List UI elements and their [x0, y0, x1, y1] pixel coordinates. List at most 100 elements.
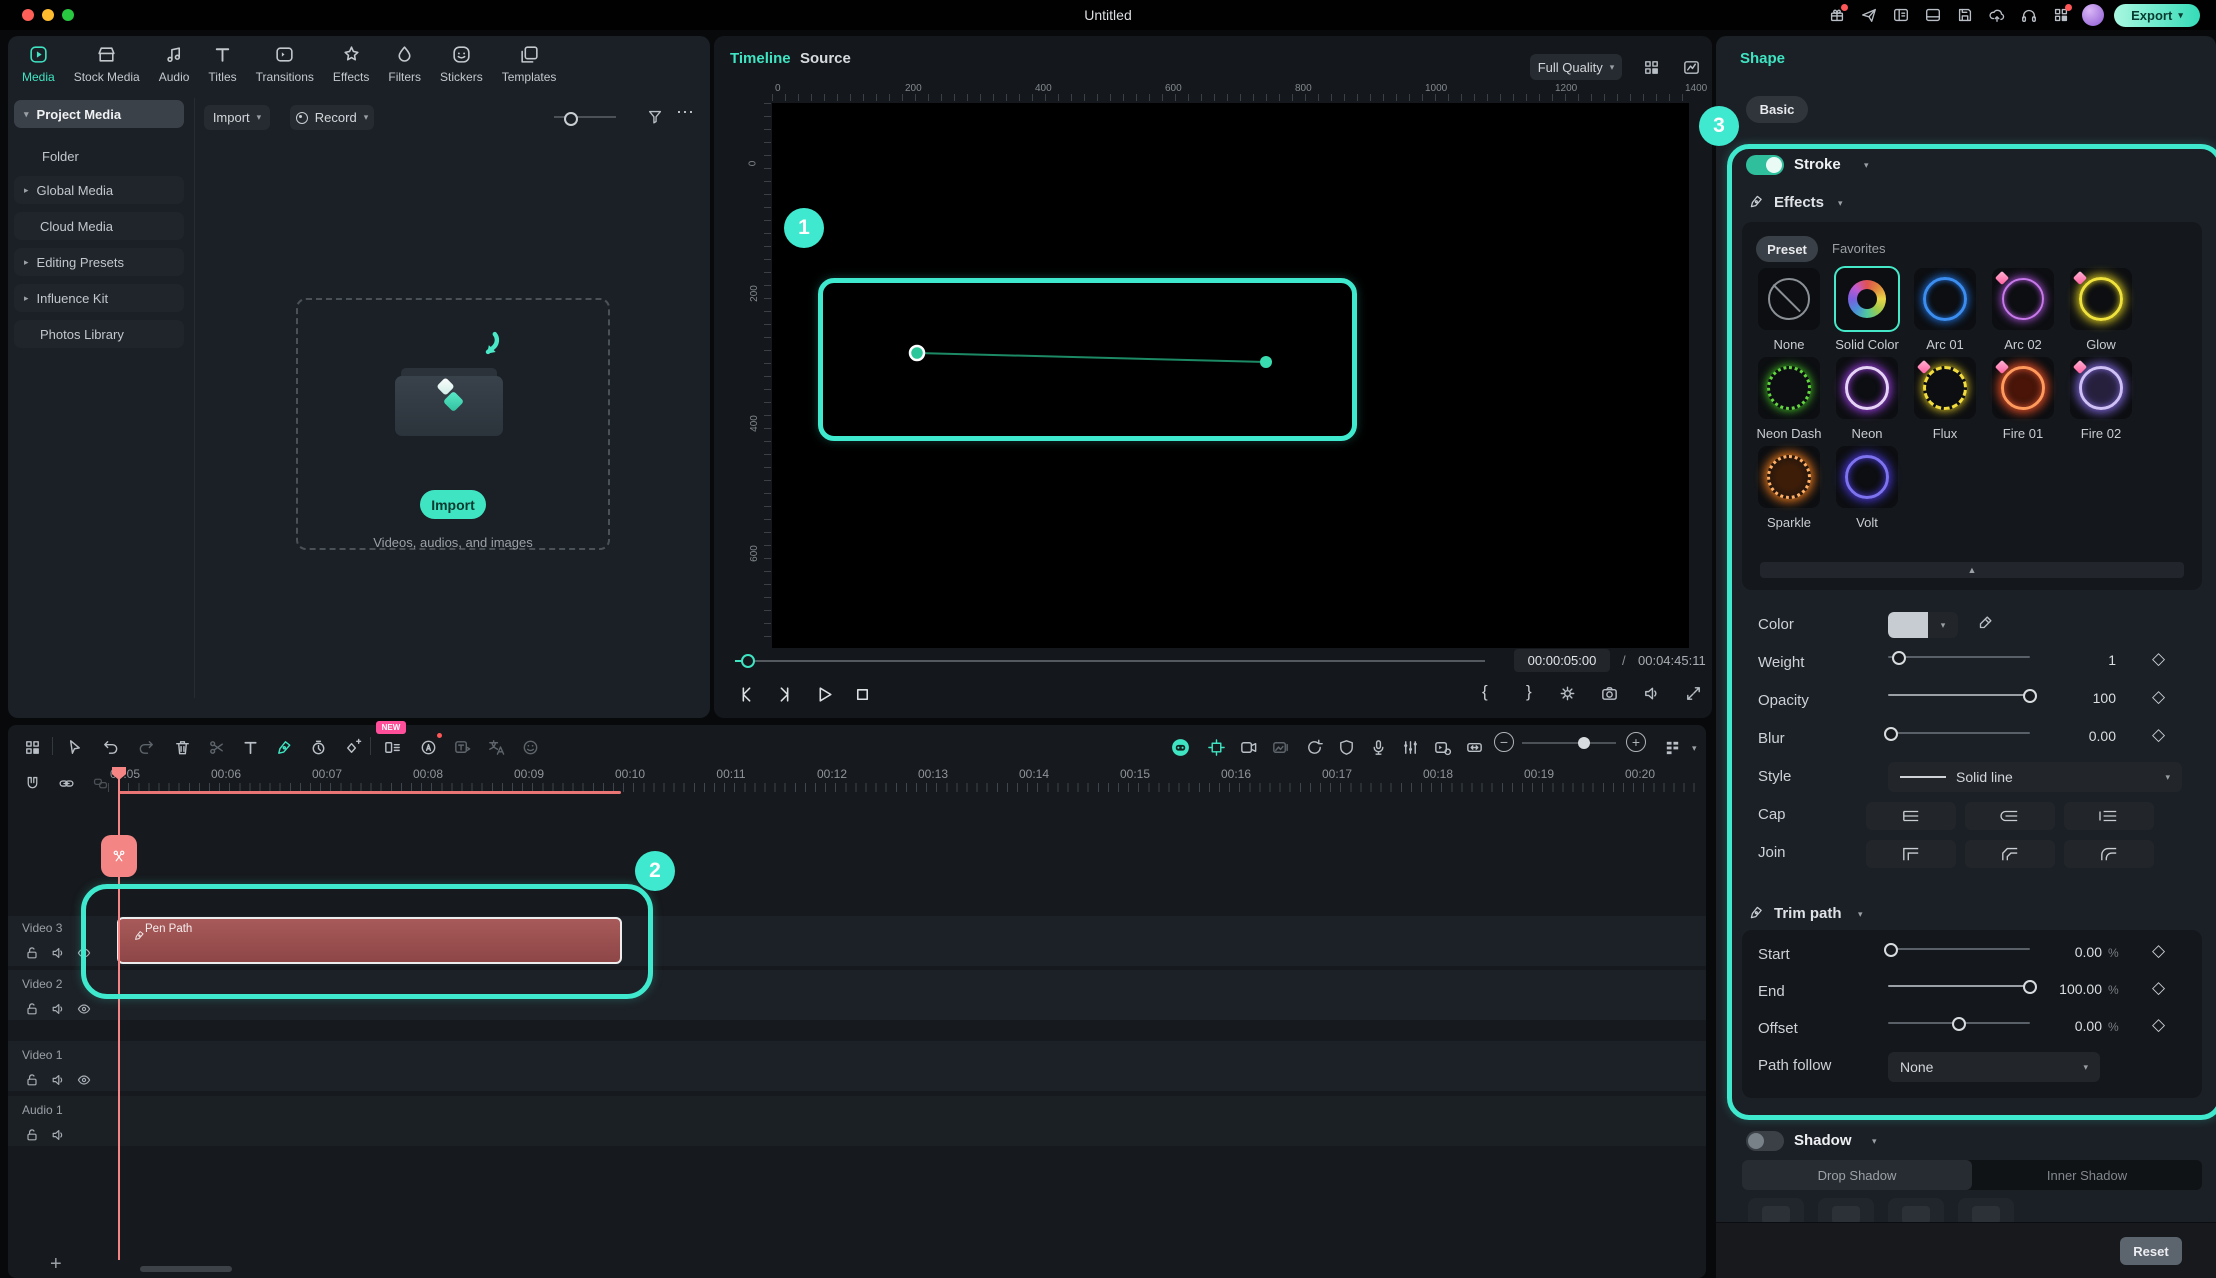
- timecode-current[interactable]: 00:00:05:00: [1514, 649, 1610, 672]
- shadow-collapse-caret[interactable]: ▾: [1872, 1136, 1877, 1147]
- mute-speaker-icon[interactable]: [46, 941, 70, 965]
- translate-icon[interactable]: [484, 735, 508, 759]
- style-dropdown[interactable]: Solid line▾: [1888, 762, 2182, 792]
- tab-filters[interactable]: Filters: [388, 44, 421, 84]
- zoom-out-button[interactable]: −: [1494, 732, 1514, 752]
- preset-arc-01[interactable]: Arc 01: [1906, 268, 1984, 352]
- preview-canvas[interactable]: [772, 103, 1689, 648]
- trim-offset-slider[interactable]: [1888, 1016, 2030, 1030]
- track-lane-video2[interactable]: [8, 970, 1706, 1020]
- path-follow-dropdown[interactable]: None▾: [1888, 1052, 2100, 1082]
- tab-inner-shadow[interactable]: Inner Shadow: [1972, 1160, 2202, 1190]
- zoom-in-button[interactable]: +: [1626, 732, 1646, 752]
- tab-audio[interactable]: Audio: [159, 44, 190, 84]
- preset-fire-02[interactable]: Fire 02: [2062, 357, 2140, 441]
- cloud-upload-icon[interactable]: [1988, 6, 2006, 24]
- trim-offset-value[interactable]: 0.00: [2042, 1018, 2102, 1034]
- eyedropper-icon[interactable]: [1976, 614, 1994, 632]
- blur-keyframe-diamond[interactable]: ◇: [2152, 725, 2165, 745]
- tab-effects[interactable]: Effects: [333, 44, 369, 84]
- tab-media[interactable]: Media: [22, 44, 55, 84]
- apps-grid-icon[interactable]: [2052, 6, 2070, 24]
- sidebar-item-influence-kit[interactable]: ▸Influence Kit: [14, 284, 184, 312]
- voiceover-mic-icon[interactable]: [1366, 735, 1390, 759]
- mute-speaker-icon[interactable]: [46, 1123, 70, 1147]
- sidebar-item-photos-library[interactable]: Photos Library: [14, 320, 184, 348]
- preview-quality-icon[interactable]: [1430, 735, 1454, 759]
- lock-icon[interactable]: [20, 997, 44, 1021]
- preset-volt[interactable]: Volt: [1828, 446, 1906, 530]
- tab-stock-media[interactable]: Stock Media: [74, 44, 140, 84]
- lock-icon[interactable]: [20, 1068, 44, 1092]
- delete-icon[interactable]: [170, 735, 194, 759]
- shadow-preset-thumb[interactable]: [1888, 1198, 1944, 1224]
- sidebar-item-cloud-media[interactable]: Cloud Media: [14, 212, 184, 240]
- next-frame-button[interactable]: [774, 684, 795, 705]
- project-board-icon[interactable]: [1892, 6, 1910, 24]
- hide-eye-icon[interactable]: [72, 1068, 96, 1092]
- preset-arc-02[interactable]: Arc 02: [1984, 268, 2062, 352]
- tab-templates[interactable]: Templates: [502, 44, 557, 84]
- preset-solid-color[interactable]: Solid Color: [1828, 268, 1906, 352]
- import-dropzone[interactable]: Import Videos, audios, and images: [296, 298, 610, 550]
- tab-transitions[interactable]: Transitions: [256, 44, 314, 84]
- tab-favorites[interactable]: Favorites: [1832, 241, 1885, 256]
- preset-neon[interactable]: Neon: [1828, 357, 1906, 441]
- trim-offset-keyframe-diamond[interactable]: ◇: [2152, 1015, 2165, 1035]
- render-preview-icon[interactable]: [1302, 735, 1326, 759]
- tab-preset[interactable]: Preset: [1756, 236, 1818, 262]
- playback-settings-icon[interactable]: [1558, 684, 1577, 703]
- more-options-button[interactable]: ⋯: [676, 102, 695, 123]
- tab-stickers[interactable]: Stickers: [440, 44, 483, 84]
- color-swatch[interactable]: [1888, 612, 1928, 638]
- export-frame-icon[interactable]: [1268, 735, 1292, 759]
- marker-crop-icon[interactable]: [1204, 735, 1228, 759]
- preset-glow[interactable]: Glow: [2062, 268, 2140, 352]
- text-tool-icon[interactable]: [238, 735, 262, 759]
- path-anchor-start[interactable]: [910, 346, 924, 360]
- layout-dock-icon[interactable]: [1924, 6, 1942, 24]
- toolbox-grid-icon[interactable]: [20, 735, 44, 759]
- sidebar-item-global-media[interactable]: ▸Global Media: [14, 176, 184, 204]
- ai-cutout-icon[interactable]: [416, 735, 440, 759]
- tab-drop-shadow[interactable]: Drop Shadow: [1742, 1160, 1972, 1190]
- weight-value[interactable]: 1: [2056, 652, 2116, 668]
- weight-slider[interactable]: [1888, 650, 2030, 664]
- split-scissors-icon[interactable]: [204, 735, 228, 759]
- trim-end-slider[interactable]: [1888, 979, 2030, 993]
- filter-funnel-icon[interactable]: [646, 108, 664, 126]
- track-lane-audio1[interactable]: [8, 1096, 1706, 1146]
- timeline-h-scrollbar[interactable]: [140, 1266, 232, 1272]
- weight-keyframe-diamond[interactable]: ◇: [2152, 649, 2165, 669]
- blur-slider[interactable]: [1888, 726, 2030, 740]
- scrubber-knob[interactable]: [741, 654, 755, 668]
- scopes-icon[interactable]: [1682, 58, 1701, 77]
- ai-assistant-icon[interactable]: [1168, 735, 1192, 759]
- audio-mixer-icon[interactable]: [1398, 735, 1422, 759]
- mark-out-button[interactable]: }: [1526, 682, 1532, 702]
- preview-scrubber[interactable]: [735, 660, 1485, 662]
- mute-speaker-icon[interactable]: [46, 997, 70, 1021]
- cap-square-button[interactable]: [2064, 802, 2154, 830]
- cap-butt-button[interactable]: [1866, 802, 1956, 830]
- track-manager-caret[interactable]: ▾: [1692, 738, 1697, 756]
- quality-dropdown[interactable]: Full Quality▾: [1530, 54, 1622, 80]
- color-dropdown[interactable]: ▾: [1928, 612, 1958, 638]
- export-clip-icon[interactable]: [1236, 735, 1260, 759]
- preset-collapse-bar[interactable]: ▲: [1760, 562, 2184, 578]
- preset-fire-01[interactable]: Fire 01: [1984, 357, 2062, 441]
- fullscreen-icon[interactable]: [1684, 684, 1703, 703]
- stop-button[interactable]: [852, 684, 873, 705]
- trim-end-value[interactable]: 100.00: [2042, 981, 2102, 997]
- snapshot-camera-icon[interactable]: [1600, 684, 1619, 703]
- avatar[interactable]: [2082, 4, 2104, 26]
- preset-flux[interactable]: Flux: [1906, 357, 1984, 441]
- blur-value[interactable]: 0.00: [2056, 728, 2116, 744]
- tab-basic[interactable]: Basic: [1746, 96, 1808, 123]
- path-anchor-end[interactable]: [1260, 356, 1272, 368]
- import-dropdown-button[interactable]: Import▾: [204, 105, 270, 130]
- track-manager-icon[interactable]: [1660, 735, 1684, 759]
- trim-start-keyframe-diamond[interactable]: ◇: [2152, 941, 2165, 961]
- lock-icon[interactable]: [20, 1123, 44, 1147]
- join-miter-button[interactable]: [1866, 840, 1956, 868]
